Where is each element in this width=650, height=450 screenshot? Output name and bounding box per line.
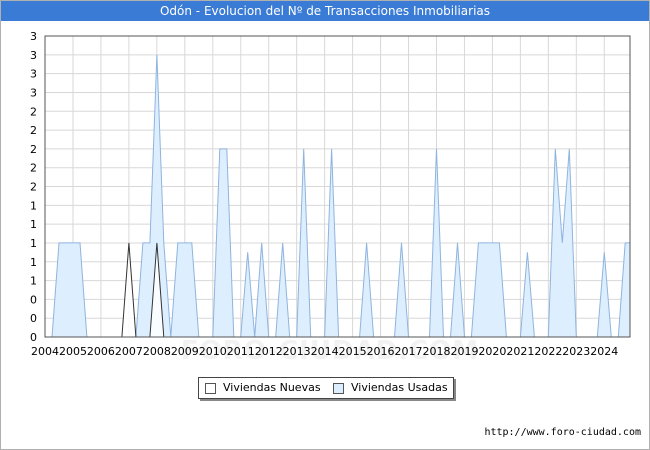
y-tick-label: 2 bbox=[30, 181, 37, 194]
x-tick-label: 2010 bbox=[199, 345, 227, 358]
x-tick-label: 2018 bbox=[422, 345, 450, 358]
x-tick-label: 2013 bbox=[283, 345, 311, 358]
y-tick-label: 1 bbox=[30, 237, 37, 250]
y-tick-label: 1 bbox=[30, 256, 37, 269]
x-tick-label: 2008 bbox=[143, 345, 171, 358]
x-tick-label: 2022 bbox=[534, 345, 562, 358]
x-tick-label: 2004 bbox=[31, 345, 59, 358]
legend-swatch-usadas bbox=[333, 383, 344, 394]
y-tick-label: 0 bbox=[30, 331, 37, 344]
y-tick-label: 2 bbox=[30, 143, 37, 156]
x-tick-label: 2011 bbox=[227, 345, 255, 358]
y-tick-label: 3 bbox=[30, 86, 37, 99]
x-tick-label: 2016 bbox=[367, 345, 395, 358]
y-tick-label: 1 bbox=[30, 275, 37, 288]
x-tick-label: 2020 bbox=[478, 345, 506, 358]
y-tick-label: 0 bbox=[30, 312, 37, 325]
x-tick-label: 2024 bbox=[590, 345, 618, 358]
legend-item-usadas[interactable]: Viviendas Usadas bbox=[333, 381, 449, 395]
x-tick-label: 2006 bbox=[87, 345, 115, 358]
legend-label-nuevas: Viviendas Nuevas bbox=[223, 381, 321, 394]
y-tick-label: 3 bbox=[30, 49, 37, 62]
legend: Viviendas Nuevas Viviendas Usadas bbox=[198, 377, 454, 399]
x-tick-label: 2009 bbox=[171, 345, 199, 358]
legend-swatch-nuevas bbox=[205, 383, 216, 394]
legend-item-nuevas[interactable]: Viviendas Nuevas bbox=[205, 381, 325, 395]
legend-label-usadas: Viviendas Usadas bbox=[351, 381, 448, 394]
y-tick-label: 0 bbox=[30, 293, 37, 306]
x-tick-label: 2023 bbox=[562, 345, 590, 358]
y-tick-label: 1 bbox=[30, 199, 37, 212]
y-tick-label: 3 bbox=[30, 30, 37, 43]
x-tick-label: 2021 bbox=[506, 345, 534, 358]
x-tick-label: 2015 bbox=[339, 345, 367, 358]
x-tick-label: 2019 bbox=[450, 345, 478, 358]
x-tick-label: 2014 bbox=[311, 345, 339, 358]
y-tick-label: 2 bbox=[30, 124, 37, 137]
x-tick-label: 2012 bbox=[255, 345, 283, 358]
y-tick-label: 1 bbox=[30, 218, 37, 231]
y-tick-label: 2 bbox=[30, 105, 37, 118]
source-link[interactable]: http://www.foro-ciudad.com bbox=[484, 427, 641, 438]
y-tick-label: 2 bbox=[30, 162, 37, 175]
y-tick-label: 3 bbox=[30, 68, 37, 81]
x-tick-label: 2017 bbox=[395, 345, 423, 358]
x-tick-label: 2007 bbox=[115, 345, 143, 358]
x-tick-label: 2005 bbox=[59, 345, 87, 358]
